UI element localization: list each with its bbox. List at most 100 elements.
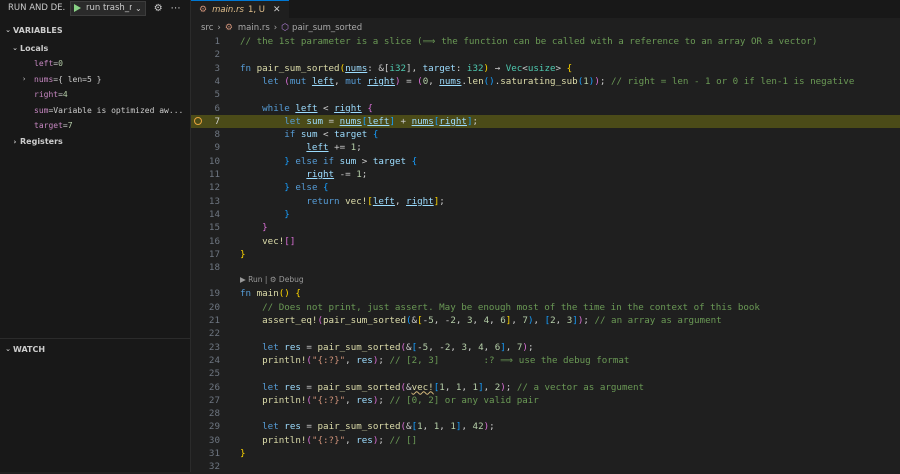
scope-locals[interactable]: ⌄ Locals — [0, 40, 190, 56]
line-number: 24 — [208, 354, 220, 366]
code-line[interactable]: 8 if sum < target { — [191, 128, 900, 141]
code-line[interactable]: 2 — [191, 48, 900, 61]
code-line[interactable]: 26 let res = pair_sum_sorted(&vec![1, 1,… — [191, 381, 900, 394]
code-line[interactable]: 16 vec![] — [191, 235, 900, 248]
line-number: 6 — [214, 102, 220, 114]
code-token: nums — [439, 75, 462, 87]
breadcrumb-file[interactable]: main.rs — [238, 23, 270, 33]
code-token: , — [439, 421, 451, 433]
code-token: fn — [240, 62, 257, 74]
variable-row[interactable]: › nums = { len=5 } — [0, 72, 190, 88]
code-token: else — [295, 182, 324, 194]
play-icon[interactable] — [74, 4, 81, 12]
code-text: return vec![left, right]; — [240, 195, 444, 208]
code-token: vec! — [411, 381, 434, 393]
code-token: println! — [262, 354, 307, 366]
code-token: // the 1st parameter is a slice (⟹ the f… — [240, 36, 818, 47]
code-token: pair_sum_sorted — [256, 62, 340, 74]
code-token: target — [422, 62, 456, 74]
code-line[interactable]: 13 return vec![left, right]; — [191, 195, 900, 208]
code-line[interactable]: 11 right -= 1; — [191, 168, 900, 181]
code-token: () — [278, 288, 290, 300]
variable-row[interactable]: sum = Variable is optimized aw... — [0, 103, 190, 119]
code-token: ], — [406, 62, 423, 74]
code-line[interactable]: 30 println!("{:?}", res); // [] — [191, 434, 900, 447]
tab-status: 1, U — [247, 4, 265, 15]
line-number: 30 — [208, 434, 220, 446]
code-token: i32 — [389, 62, 407, 74]
scope-registers[interactable]: › Registers — [0, 134, 190, 150]
code-token: , — [511, 315, 523, 326]
line-number: 17 — [208, 248, 220, 260]
code-line[interactable]: 15 } — [191, 221, 900, 234]
code-line[interactable]: 21 assert_eq!(pair_sum_sorted(&[-5, -2, … — [191, 314, 900, 327]
code-token: right — [439, 115, 467, 127]
gear-icon[interactable]: ⚙ — [154, 3, 163, 14]
code-line[interactable]: 10 } else if sum > target { — [191, 155, 900, 168]
code-line[interactable]: 9 left += 1; — [191, 141, 900, 154]
code-line[interactable]: 27 println!("{:?}", res); // [0, 2] or a… — [191, 394, 900, 407]
code-line[interactable]: 7 let sum = nums[left] + nums[right]; — [191, 114, 900, 129]
code-token: sum — [339, 155, 357, 167]
chevron-right-icon[interactable]: › — [22, 75, 26, 83]
code-line[interactable]: 31} — [191, 447, 900, 460]
tab-main-rs[interactable]: ⚙ main.rs 1, U ✕ — [191, 0, 289, 18]
watch-section-header[interactable]: ⌄ WATCH — [0, 339, 190, 359]
variable-row[interactable]: target = 7 — [0, 118, 190, 134]
variable-name: target — [34, 121, 63, 131]
code-token: "{:?}" — [311, 434, 346, 446]
code-token: left — [311, 75, 335, 87]
variable-row[interactable]: left = 0 — [0, 56, 190, 72]
line-number: 2 — [214, 49, 220, 61]
code-line[interactable]: 1 // the 1st parameter is a slice (⟹ the … — [191, 35, 900, 48]
line-number: 28 — [208, 408, 220, 420]
code-token: , — [483, 381, 495, 393]
variables-section-header[interactable]: ⌄ VARIABLES — [0, 20, 190, 40]
code-line[interactable]: 5 — [191, 88, 900, 101]
close-icon[interactable]: ✕ — [273, 5, 281, 15]
breadcrumb-folder[interactable]: src — [201, 23, 213, 33]
code-text: fn main() { — [240, 287, 301, 300]
variable-name: sum — [34, 105, 49, 115]
code-token: left — [367, 115, 390, 127]
run-debug-codelens[interactable]: ▶ Run | ⚙ Debug — [240, 275, 304, 287]
variables-list: left = 0 › nums = { len=5 } right = 4 sum = … — [0, 56, 190, 134]
code-token: , - — [433, 315, 451, 326]
code-token: target — [334, 129, 368, 141]
code-line[interactable]: 28 — [191, 407, 900, 420]
code-token: , — [467, 341, 479, 353]
code-text: let (mut left, mut right) = (0, nums.len… — [240, 75, 854, 88]
chevron-down-icon: ⌄ — [12, 44, 18, 52]
code-line[interactable]: 4 let (mut left, mut right) = (0, nums.l… — [191, 75, 900, 88]
code-line[interactable]: 20 // Does not print, just assert. May b… — [191, 301, 900, 314]
code-text: } — [240, 221, 268, 234]
run-config-dropdown[interactable]: run trash_r ⌄ — [70, 0, 146, 16]
code-line[interactable]: 14 } — [191, 208, 900, 221]
tab-label: main.rs — [212, 4, 244, 15]
variable-row[interactable]: right = 4 — [0, 87, 190, 103]
code-text: vec![] — [240, 235, 295, 248]
variable-name: left — [34, 59, 54, 69]
code-token: ; — [378, 434, 390, 446]
code-line[interactable]: 17} — [191, 248, 900, 261]
code-line[interactable]: 24 println!("{:?}", res); // [2, 3] :? ⟹… — [191, 354, 900, 367]
code-line[interactable]: 25 — [191, 367, 900, 380]
code-line[interactable]: 19 fn main() { — [191, 287, 900, 300]
code-line[interactable]: 18 — [191, 261, 900, 274]
code-line[interactable]: 12 } else { — [191, 181, 900, 194]
code-token: // [2, 3] :? ⟹ use the debug format — [389, 354, 630, 366]
code-token: : &[ — [367, 62, 390, 74]
chevron-down-icon[interactable]: ⌄ — [135, 4, 142, 13]
breadcrumb-symbol[interactable]: pair_sum_sorted — [292, 23, 362, 33]
code-line[interactable]: 6 while left < right { — [191, 102, 900, 115]
more-actions-icon[interactable]: ⋯ — [171, 3, 181, 14]
code-token: > — [356, 155, 373, 167]
code-line[interactable]: 29 let res = pair_sum_sorted(&[1, 1, 1],… — [191, 420, 900, 433]
code-line[interactable]: 23 let res = pair_sum_sorted(&[-5, -2, 3… — [191, 341, 900, 354]
code-line[interactable]: 3 fn pair_sum_sorted(nums: &[i32], target… — [191, 62, 900, 75]
line-number: 21 — [208, 315, 220, 326]
code-line[interactable]: 22 — [191, 327, 900, 340]
code-text: right -= 1; — [240, 168, 367, 181]
